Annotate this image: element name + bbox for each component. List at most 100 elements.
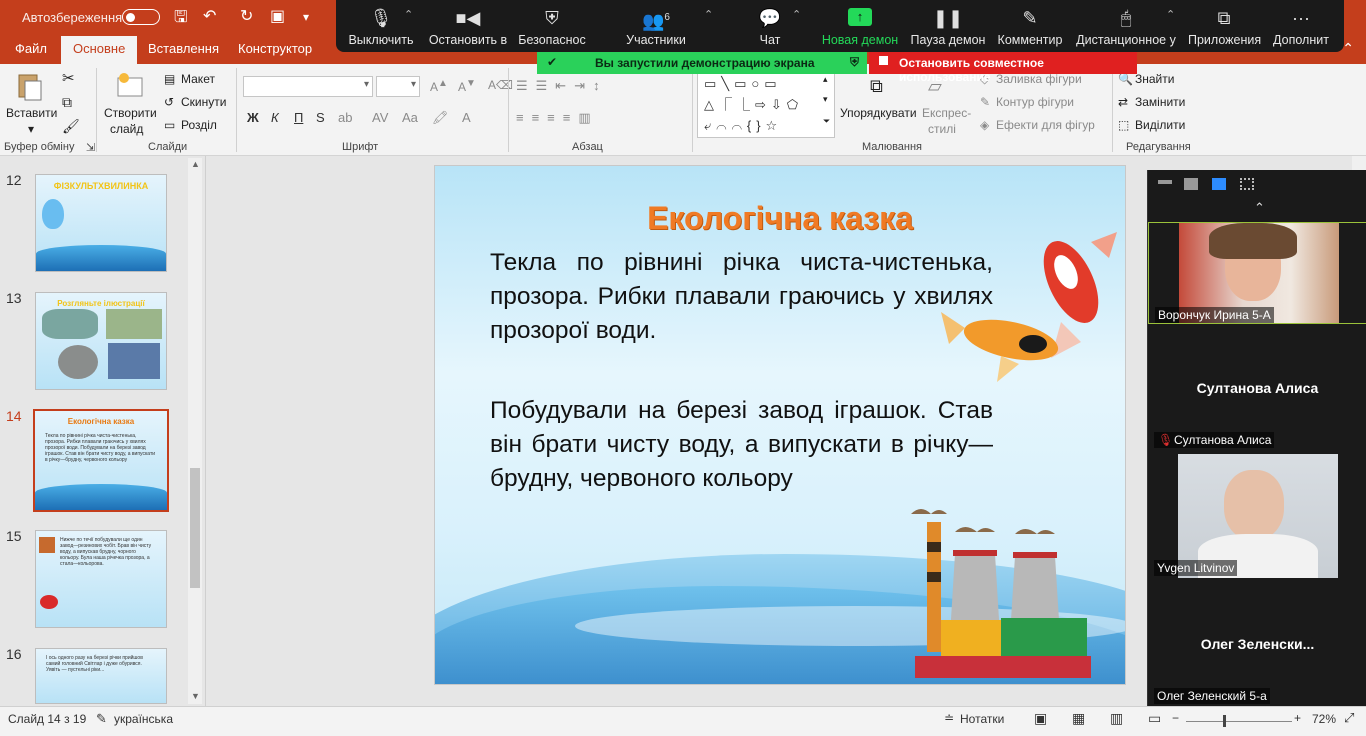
layout-button[interactable]: Макет: [181, 72, 215, 86]
notes-icon[interactable]: ≐: [944, 711, 954, 725]
paste-button[interactable]: Вставити: [6, 106, 57, 120]
replace-icon[interactable]: ⇄: [1118, 95, 1128, 109]
normal-view-icon[interactable]: ▣: [1034, 710, 1047, 727]
thumbnail-view-icon[interactable]: [1184, 178, 1198, 190]
save-icon[interactable]: 🖫: [174, 6, 188, 33]
autosave-toggle[interactable]: [122, 9, 160, 25]
speaker-view-icon[interactable]: [1212, 178, 1226, 190]
scroll-down-icon[interactable]: ▼: [191, 691, 200, 701]
shapes-scroll-down-icon[interactable]: ▾: [823, 94, 828, 105]
slide-thumbnail-13[interactable]: Розгляньте ілюстрації: [35, 292, 167, 390]
arrange-button[interactable]: Упорядкувати: [840, 106, 917, 120]
new-slide-button[interactable]: Створити: [104, 106, 157, 120]
section-button[interactable]: Розділ: [181, 118, 217, 132]
cut-icon[interactable]: ✂: [62, 69, 75, 87]
arrange-icon[interactable]: ⧉: [870, 76, 883, 97]
tab-home[interactable]: Основне: [61, 36, 138, 64]
find-button[interactable]: Знайти: [1135, 72, 1174, 86]
redo-icon[interactable]: ↻: [240, 6, 253, 26]
factory-picture[interactable]: [905, 502, 1095, 685]
shape-effects-button[interactable]: Ефекти для фігур: [996, 118, 1095, 132]
security-button[interactable]: ⛨ Безопаснос: [516, 0, 588, 52]
shadow-icon[interactable]: ab: [338, 110, 352, 125]
participant-tile[interactable]: Султанова Алиса Султанова Алиса 🎙: [1148, 324, 1366, 450]
list-icons[interactable]: ☰☰⇤⇥↕: [516, 78, 608, 94]
underline-button[interactable]: П: [294, 110, 303, 125]
font-grow-icon[interactable]: A▲: [430, 78, 448, 94]
stop-share-button[interactable]: Остановить совместное использование: [869, 52, 1137, 84]
select-button[interactable]: Виділити: [1135, 118, 1185, 132]
case-icon[interactable]: Aa: [402, 110, 418, 125]
new-share-button[interactable]: ↑ Новая демон: [820, 0, 900, 52]
remote-control-button[interactable]: 🖱 Дистанционное у: [1076, 0, 1176, 52]
replace-button[interactable]: Замінити: [1135, 95, 1185, 109]
shape-outline-button[interactable]: Контур фігури: [996, 95, 1074, 109]
participant-tile[interactable]: Олег Зеленски... Олег Зеленский 5-а: [1148, 580, 1366, 706]
outline-icon[interactable]: ✎: [980, 95, 990, 109]
slide-thumbnail-14[interactable]: Екологічна казка Текла по рівнині річка …: [33, 409, 169, 512]
slide-thumbnail-12[interactable]: ФІЗКУЛЬТХВИЛИНКА: [35, 174, 167, 272]
spacing-icon[interactable]: AV: [372, 110, 388, 125]
bold-button[interactable]: Ж: [247, 110, 259, 125]
clipboard-launcher-icon[interactable]: ⇲: [86, 141, 95, 154]
gallery-view-icon[interactable]: [1240, 178, 1254, 190]
section-icon[interactable]: ▭: [164, 118, 175, 132]
tab-insert[interactable]: Вставлення: [148, 41, 219, 56]
chat-options-icon[interactable]: ⌃: [792, 8, 801, 21]
ribbon-collapse-icon[interactable]: ⌃: [1342, 40, 1354, 57]
font-shrink-icon[interactable]: A▼: [458, 78, 476, 94]
current-slide[interactable]: Екологічна казка Текла по рівнині річка …: [434, 165, 1126, 685]
collapse-up-icon[interactable]: ⌃: [1254, 200, 1265, 216]
new-slide-icon[interactable]: [116, 72, 144, 102]
zoom-in-icon[interactable]: +: [1294, 711, 1301, 725]
participant-tile[interactable]: Ворончук Ирина 5-А: [1148, 222, 1366, 324]
slide-paragraph-2[interactable]: Побудували на березі завод іграшок. Став…: [490, 394, 993, 496]
minimize-view-icon[interactable]: [1158, 180, 1172, 184]
layout-icon[interactable]: ▤: [164, 72, 175, 86]
slide-sorter-icon[interactable]: ▦: [1072, 710, 1085, 727]
zoom-level[interactable]: 72%: [1312, 712, 1336, 726]
present-icon[interactable]: ▣: [270, 6, 285, 26]
slide-thumbnail-15[interactable]: Нижче по течії побудували ще один завод—…: [35, 530, 167, 628]
strike-button[interactable]: S: [316, 110, 325, 125]
spellcheck-icon[interactable]: ✎: [96, 711, 107, 727]
pin-icon[interactable]: ✔: [547, 55, 557, 69]
shapes-more-icon[interactable]: ⏷: [823, 116, 830, 127]
scroll-up-icon[interactable]: ▲: [191, 159, 200, 169]
thumbnails-scrollbar[interactable]: [188, 158, 202, 704]
format-painter-icon[interactable]: 🖌: [62, 118, 80, 135]
paste-icon[interactable]: [16, 72, 44, 102]
participant-tile[interactable]: Yvgen Litvinov: [1148, 452, 1366, 578]
thumbnails-scroll-thumb[interactable]: [190, 468, 200, 588]
zoom-out-icon[interactable]: −: [1172, 711, 1179, 725]
more-button[interactable]: ··· Дополнит: [1266, 0, 1336, 52]
zoom-slider-thumb[interactable]: [1223, 715, 1226, 727]
font-size-combo[interactable]: [376, 76, 420, 97]
pause-share-button[interactable]: ❚❚ Пауза демон: [910, 0, 986, 52]
tab-file[interactable]: Файл: [15, 41, 47, 56]
quick-styles-button[interactable]: Експрес-: [922, 106, 971, 120]
customize-icon[interactable]: ▾: [303, 10, 309, 24]
participants-options-icon[interactable]: ⌃: [704, 8, 713, 21]
zoom-slider[interactable]: [1186, 721, 1292, 722]
mute-options-icon[interactable]: ⌃: [404, 8, 413, 21]
reset-button[interactable]: Скинути: [181, 95, 226, 109]
font-family-combo[interactable]: [243, 76, 373, 97]
stop-video-button[interactable]: ■◀ Остановить в: [428, 0, 508, 52]
highlight-icon[interactable]: 🖍: [432, 110, 449, 126]
slide-paragraph-1[interactable]: Текла по рівнині річка чиста-чистенька, …: [490, 246, 993, 348]
paste-dropdown-icon[interactable]: ▾: [28, 122, 34, 136]
shapes-gallery[interactable]: ▭╲▭○▭ △⎾⎿⇨⇩⬠ ⤶⌒⌒{}☆: [697, 72, 835, 138]
effects-icon[interactable]: ◈: [980, 118, 989, 132]
slideshow-icon[interactable]: ▭: [1148, 710, 1161, 727]
align-icons[interactable]: ≡≡≡≡▥: [516, 110, 599, 126]
fit-to-window-icon[interactable]: ⤢: [1344, 710, 1354, 726]
apps-button[interactable]: ⧉ Приложения: [1188, 0, 1261, 52]
undo-icon[interactable]: ↶: [203, 6, 216, 26]
notes-button[interactable]: Нотатки: [960, 712, 1004, 726]
editor-scroll-up-icon[interactable]: [1352, 156, 1366, 170]
font-color-icon[interactable]: A: [462, 110, 471, 125]
select-icon[interactable]: ⬚: [1118, 118, 1129, 132]
koi-fish-picture[interactable]: [941, 232, 1121, 392]
slide-thumbnail-16[interactable]: І ось одного разу на березі річки прийшо…: [35, 648, 167, 704]
